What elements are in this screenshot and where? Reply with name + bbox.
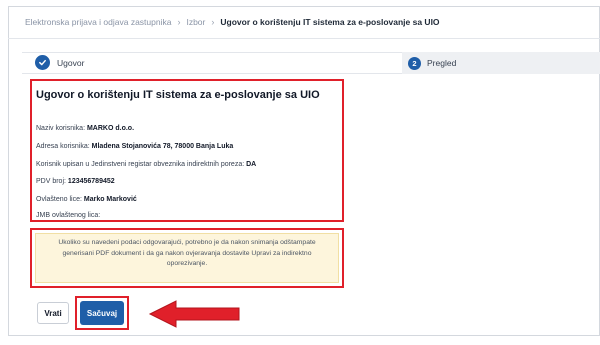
check-icon	[35, 55, 50, 70]
step-pregled-label: Pregled	[427, 58, 457, 68]
breadcrumb: Elektronska prijava i odjava zastupnika …	[25, 14, 440, 30]
step-ugovor[interactable]: Ugovor	[35, 55, 84, 70]
chevron-right-icon: ›	[177, 17, 181, 27]
back-button[interactable]: Vrati	[37, 302, 69, 324]
breadcrumb-item-izbor[interactable]: Izbor	[186, 17, 205, 27]
row-label: Korisnik upisan u Jedinstveni registar o…	[36, 161, 245, 168]
step-ugovor-label: Ugovor	[57, 57, 85, 68]
stepper: Ugovor 2 Pregled	[22, 52, 600, 74]
row-value: DA	[246, 161, 257, 168]
row-adresa: Adresa korisnika: Mladena Stojanovića 78…	[36, 143, 233, 150]
highlight-frame-note: Ukoliko su navedeni podaci odgovarajući,…	[30, 228, 344, 288]
chevron-right-icon: ›	[211, 17, 215, 27]
row-registar: Korisnik upisan u Jedinstveni registar o…	[36, 161, 256, 168]
row-value: 123456789452	[67, 178, 115, 185]
divider	[8, 38, 600, 39]
row-label: Ovlašteno lice:	[36, 196, 82, 203]
row-label: Naziv korisnika:	[36, 125, 86, 132]
row-value: Marko Marković	[83, 196, 137, 203]
row-label: JMB ovlaštenog lica:	[36, 212, 101, 219]
row-label: PDV broj:	[36, 178, 66, 185]
warning-note: Ukoliko su navedeni podaci odgovarajući,…	[35, 233, 339, 283]
breadcrumb-item-prijava[interactable]: Elektronska prijava i odjava zastupnika	[25, 17, 171, 27]
breadcrumb-current: Ugovor o korištenju IT sistema za e-posl…	[220, 17, 440, 27]
row-value: Mladena Stojanovića 78, 78000 Banja Luka	[91, 143, 234, 150]
row-ovlasteno-lice: Ovlašteno lice: Marko Marković	[36, 196, 137, 203]
step-pregled: 2 Pregled	[402, 52, 600, 74]
save-button[interactable]: Sačuvaj	[80, 301, 124, 325]
row-label: Adresa korisnika:	[36, 143, 90, 150]
info-title: Ugovor o korištenju IT sistema za e-posl…	[36, 89, 320, 101]
row-naziv: Naziv korisnika: MARKO d.o.o.	[36, 125, 134, 132]
pointer-arrow-icon	[148, 300, 240, 328]
row-jmb: JMB ovlaštenog lica:	[36, 212, 100, 219]
row-value: MARKO d.o.o.	[86, 125, 135, 132]
row-pdv: PDV broj: 123456789452	[36, 178, 115, 185]
step-number-badge: 2	[408, 56, 421, 70]
